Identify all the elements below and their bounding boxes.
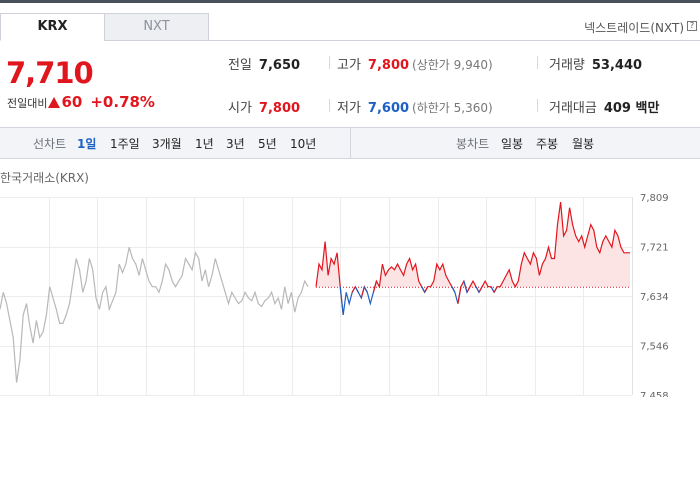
series-line-down (363, 280, 377, 306)
stat-label: 거래대금 (549, 101, 597, 116)
period-10y-button[interactable]: 10년 (290, 135, 316, 152)
divider (329, 56, 330, 69)
change-rate: +0.78% (90, 93, 155, 111)
y-axis: 7,809 7,721 7,634 7,546 7,458 (640, 193, 669, 397)
chart-grid (0, 197, 633, 396)
stat-volume: 거래량 53,440 (549, 54, 642, 73)
upper-limit: (상한가 9,940) (412, 58, 493, 72)
stat-value: 409 백만 (603, 101, 660, 116)
stat-label: 고가 (337, 58, 361, 73)
stat-prev-close: 전일 7,650 (228, 54, 300, 73)
period-1d-button[interactable]: 1일 (77, 135, 96, 152)
candle-monthly-button[interactable]: 월봉 (572, 135, 594, 152)
up-triangle-icon (48, 97, 61, 108)
change-label: 전일대비 (7, 97, 48, 110)
candle-chart-label: 봉차트 (456, 137, 490, 151)
divider (537, 56, 538, 69)
line-chart-label: 선차트 (33, 137, 67, 151)
price-chart: 7,809 7,721 7,634 7,546 7,458 (0, 193, 669, 397)
up-area-fill (316, 202, 630, 287)
y-tick-label: 7,809 (640, 193, 669, 204)
period-1w-button[interactable]: 1주일 (110, 135, 140, 152)
price-change: 전일대비 60 +0.78% (7, 93, 155, 111)
stat-open: 시가 7,800 (228, 97, 300, 116)
lower-limit: (하한가 5,360) (412, 101, 493, 115)
stat-value: 7,600 (367, 101, 410, 116)
stat-value: 7,800 (258, 101, 301, 116)
y-tick-label: 7,634 (640, 292, 669, 303)
stat-high: 고가 7,800 (상한가 9,940) (337, 54, 493, 73)
stat-value: 7,800 (367, 58, 410, 73)
help-icon[interactable]: ? (687, 21, 697, 31)
stat-label: 저가 (337, 101, 361, 116)
period-3y-button[interactable]: 3년 (226, 135, 245, 152)
top-border (0, 0, 700, 3)
candle-daily-button[interactable]: 일봉 (501, 135, 523, 152)
series-line-pre-session (0, 247, 309, 383)
period-toolbar: 선차트 1일 1주일 3개월 1년 3년 5년 10년 봉차트 일봉 주봉 월봉 (0, 127, 700, 159)
tab-nxt[interactable]: NXT (104, 13, 209, 41)
stat-low: 저가 7,600 (하한가 5,360) (337, 97, 493, 116)
divider (329, 99, 330, 112)
stat-label: 거래량 (549, 58, 585, 73)
candle-weekly-button[interactable]: 주봉 (536, 135, 558, 152)
y-tick-label: 7,546 (640, 342, 669, 353)
tab-krx[interactable]: KRX (0, 13, 105, 41)
change-value: 60 (61, 93, 83, 111)
stat-value: 7,650 (258, 58, 301, 73)
nxt-link[interactable]: 넥스트레이드(NXT) (584, 19, 684, 36)
current-price: 7,710 (6, 56, 94, 90)
stat-label: 전일 (228, 58, 252, 73)
stat-value: 53,440 (591, 58, 643, 73)
toolbar-divider (350, 128, 351, 158)
period-3m-button[interactable]: 3개월 (152, 135, 182, 152)
tab-divider (208, 40, 700, 41)
divider (537, 99, 538, 112)
y-tick-label: 7,721 (640, 243, 669, 254)
stat-trade-value: 거래대금 409 백만 (549, 97, 659, 116)
market-tabs: KRX NXT 넥스트레이드(NXT) ? (0, 13, 700, 41)
y-tick-label: 7,458 (640, 391, 669, 397)
chart-source: 한국거래소(KRX) (0, 171, 89, 185)
period-5y-button[interactable]: 5년 (258, 135, 277, 152)
period-1y-button[interactable]: 1년 (195, 135, 214, 152)
stat-label: 시가 (228, 101, 252, 116)
